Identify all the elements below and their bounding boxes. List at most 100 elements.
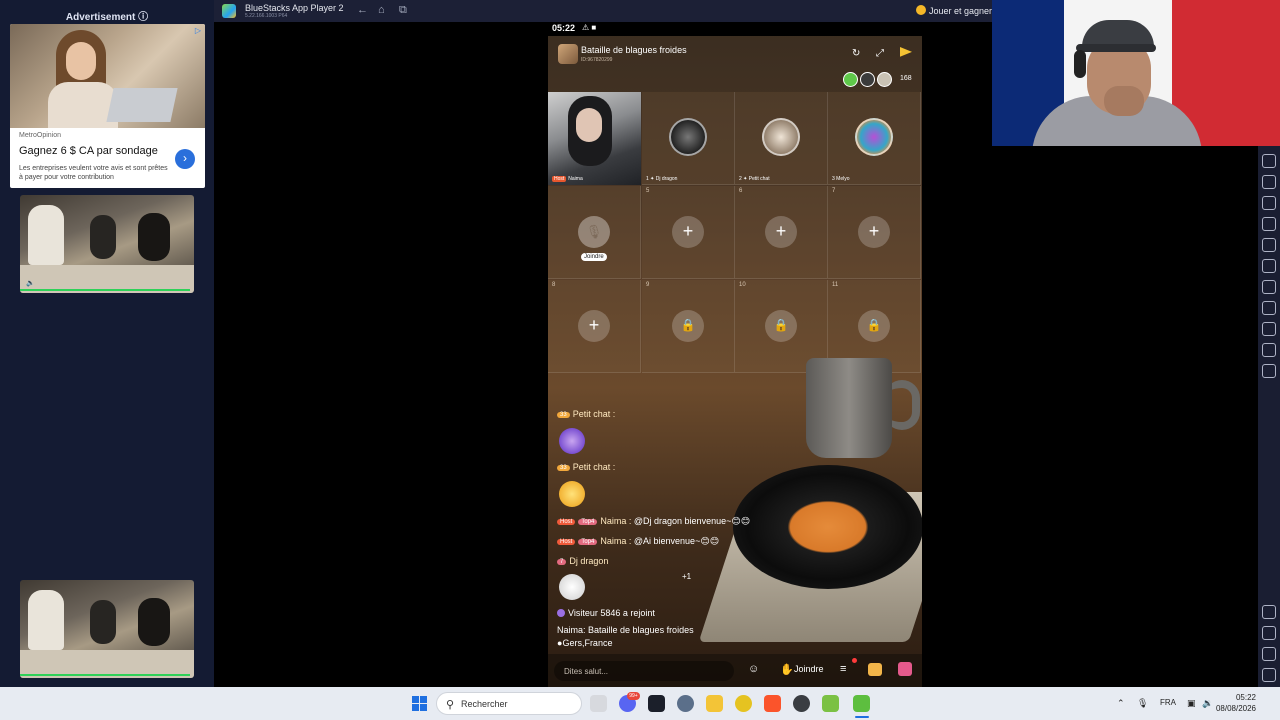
tray-overflow-icon[interactable]: ⌃ [1117,698,1125,709]
ad-image[interactable] [10,24,205,128]
network-icon[interactable]: ▣ [1187,698,1196,709]
seat-1[interactable]: 1 ✦ Dj dragon [642,92,735,185]
room-name[interactable]: Bataille de blagues froides [581,45,687,55]
lock-icon[interactable]: 🔒 [765,310,797,342]
seat-5[interactable]: 5 + [642,186,735,279]
seat-9[interactable]: 9 🔒 [642,280,735,373]
toolbar-layers-icon[interactable] [1262,343,1276,357]
language-indicator[interactable]: FRA [1160,698,1176,707]
seat-4[interactable]: 🎙 Joindre [548,186,641,279]
toolbar-home-icon[interactable] [1262,647,1276,661]
file-explorer-icon[interactable] [706,695,723,712]
seat-label: 2 ✦ Petit chat [739,176,770,182]
toolbar-install-apk-icon[interactable] [1262,280,1276,294]
viewer-avatar[interactable] [843,72,858,87]
join-mic-button[interactable]: Joindre [794,664,824,674]
seat-2[interactable]: 2 ✦ Petit chat [735,92,828,185]
brave-browser-icon[interactable] [764,695,781,712]
seat-avatar[interactable] [762,118,800,156]
bluestacks-titlebar: BlueStacks App Player 2 5.22.166.1003 P6… [214,0,992,22]
microphone-icon[interactable]: 🎙 [1137,698,1148,709]
toolbar-back-icon[interactable] [1262,626,1276,640]
terminal-icon[interactable] [648,695,665,712]
viewer-avatar[interactable] [860,72,875,87]
mute-icon[interactable]: 🔈 [26,279,35,287]
toolbar-macro-icon[interactable] [1262,175,1276,189]
ad-card[interactable]: ▷ MetroOpinion Gagnez 6 $ CA par sondage… [10,24,205,188]
seat-7[interactable]: 7 + [828,186,921,279]
mic-icon[interactable]: 🎙 [578,216,610,248]
ad-headline[interactable]: Gagnez 6 $ CA par sondage [19,145,158,157]
chat-username[interactable]: Petit chat [573,462,611,472]
menu-icon[interactable]: ≡ [840,663,846,675]
toolbar-record-icon[interactable] [1262,217,1276,231]
chat-message[interactable]: 7 Dj dragon [557,556,608,566]
taskbar-search[interactable]: ⚲ Rechercher [436,692,582,715]
back-icon[interactable]: ← [357,4,368,16]
add-seat-icon[interactable]: + [858,216,890,248]
video-ad-thumbnail[interactable] [20,580,194,678]
lock-icon[interactable]: 🔒 [672,310,704,342]
video-ad-thumbnail[interactable]: 🔈 [20,195,194,293]
chat-message[interactable]: 33 Petit chat : [557,409,615,419]
viewer-avatar[interactable] [877,72,892,87]
seat-3[interactable]: 3 Melyo [828,92,921,185]
lock-icon[interactable]: 🔒 [858,310,890,342]
toolbar-location-icon[interactable] [1262,322,1276,336]
share-icon[interactable]: ↻ [852,48,860,59]
ad-choices-icon[interactable]: ▷ [193,26,203,36]
toolbar-sync-icon[interactable] [1262,364,1276,378]
seat-label: 1 ✦ Dj dragon [646,176,678,182]
seat-number: 10 [739,282,746,288]
chat-message[interactable]: Host Top4 Naima : @Dj dragon bienvenue~😊😊 [557,516,750,527]
desktop: Advertisement ⓘ ▷ MetroOpinion Gagnez 6 … [0,0,1280,720]
seat-8[interactable]: 8 + [548,280,641,373]
seat-number: 9 [646,282,650,288]
toolbar-keymap-icon[interactable] [1262,154,1276,168]
raise-hand-icon[interactable]: ✋ [780,663,794,676]
volume-icon[interactable]: 🔉 [1202,698,1213,709]
chat-message[interactable]: Host Top4 Naima : @Ai bienvenue~😊😊 [557,536,719,547]
chat-username[interactable]: Naima [600,536,626,546]
join-seat-button[interactable]: Joindre [581,253,607,261]
taskbar-clock[interactable]: 05:22 08/08/2026 [1216,692,1256,714]
app-icon[interactable] [735,695,752,712]
gift-icon[interactable] [898,662,912,676]
chat-separator: : [610,462,616,472]
game-icon[interactable] [868,663,882,676]
multi-instance-icon[interactable]: ⧉ [399,4,407,17]
bluestacks-icon[interactable] [853,695,870,712]
seat-avatar[interactable] [669,118,707,156]
chat-username[interactable]: Dj dragon [569,556,608,566]
add-seat-icon[interactable]: + [578,310,610,342]
host-badge: Host [557,539,576,545]
add-seat-icon[interactable]: + [765,216,797,248]
seat-6[interactable]: 6 + [735,186,828,279]
seat-avatar[interactable] [855,118,893,156]
chat-message[interactable]: 33 Petit chat : [557,462,615,472]
windows-start-icon[interactable] [412,696,427,711]
app-icon[interactable] [793,695,810,712]
home-icon[interactable]: ⌂ [378,4,385,16]
steam-icon[interactable] [677,695,694,712]
room-avatar[interactable] [558,44,578,64]
chat-username[interactable]: Naima [600,516,626,526]
toolbar-settings-icon[interactable] [1262,605,1276,619]
chat-input[interactable] [554,661,734,681]
add-seat-icon[interactable]: + [672,216,704,248]
chat-username[interactable]: Petit chat [573,409,611,419]
toolbar-airplane-icon[interactable] [1262,259,1276,273]
toolbar-media-icon[interactable] [1262,238,1276,252]
ad-open-button[interactable]: › [175,149,195,169]
emoji-icon[interactable]: ☺ [748,663,759,675]
viewer-count[interactable]: 168 [900,75,912,82]
toolbar-screenshot-icon[interactable] [1262,196,1276,210]
toolbar-recent-icon[interactable] [1262,668,1276,682]
bluestacks-multi-icon[interactable] [822,695,839,712]
flag-icon[interactable] [900,47,912,57]
seat-host[interactable]: Host Naima [548,92,641,185]
toolbar-erase-icon[interactable] [1262,301,1276,315]
play-and-earn-button[interactable]: Jouer et gagner [915,5,992,16]
task-view-icon[interactable] [590,695,607,712]
minimize-icon[interactable]: ⤢ [876,48,884,59]
